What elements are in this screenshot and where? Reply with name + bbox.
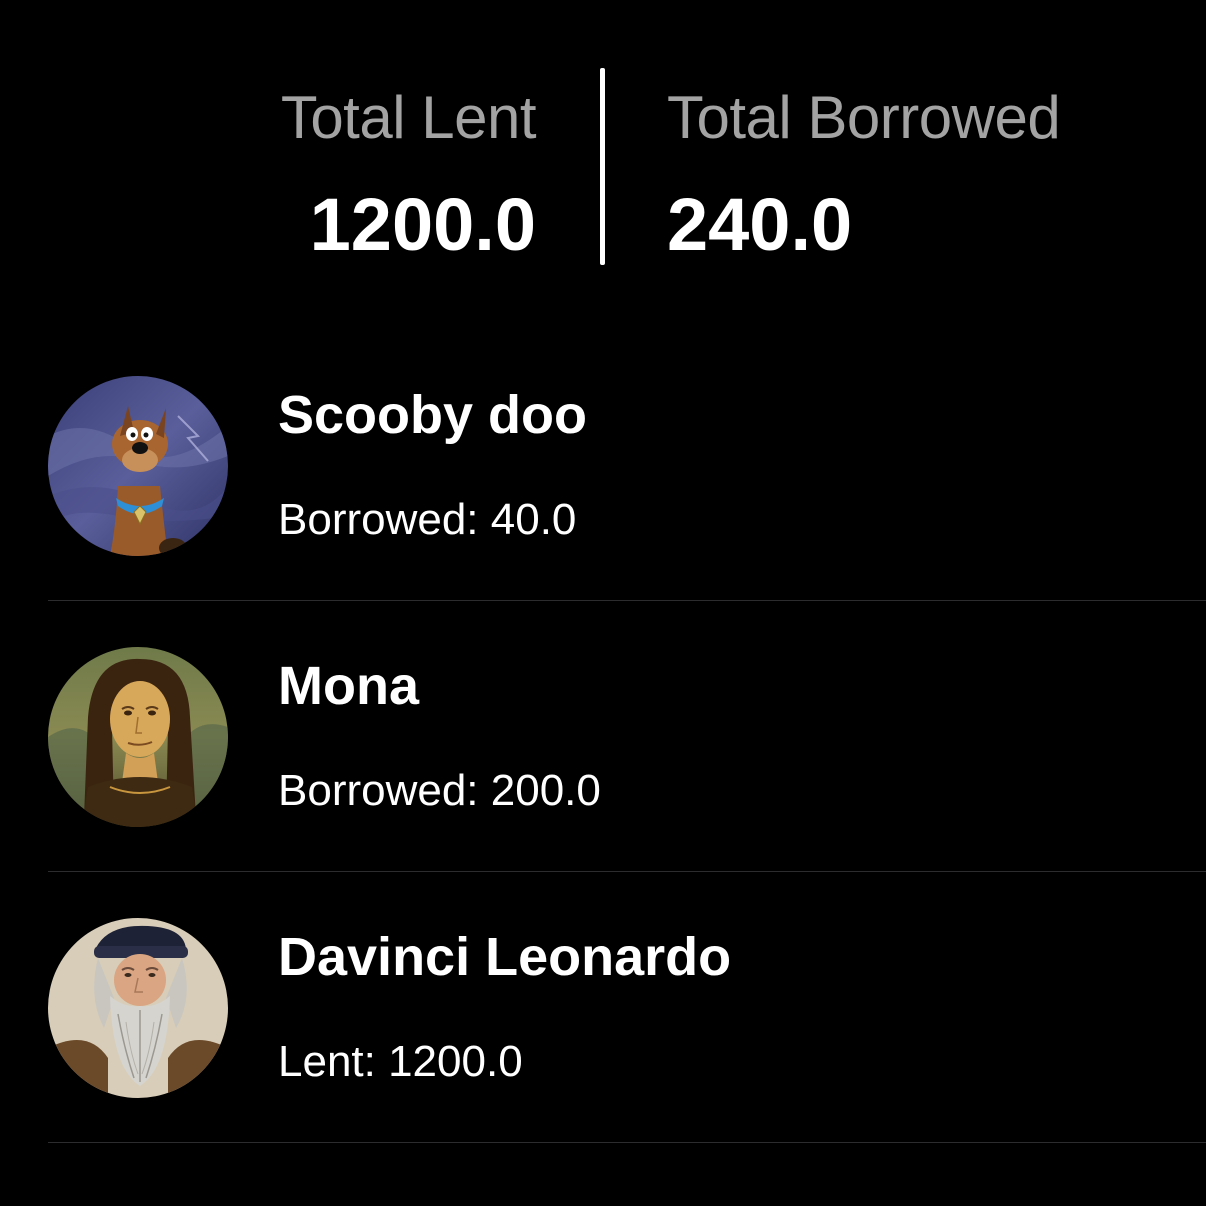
contacts-screen: Total Lent 1200.0 Total Borrowed 240.0 S… [0,0,1206,1206]
contact-balance: Borrowed: 200.0 [278,766,601,815]
contact-name: Davinci Leonardo [278,927,732,987]
total-lent-label: Total Lent [280,84,537,151]
leonardo-avatar-icon [48,918,228,1098]
total-borrowed-block: Total Borrowed 240.0 [667,68,1061,266]
total-lent-value: 1200.0 [309,183,536,266]
total-borrowed-label: Total Borrowed [667,84,1061,151]
contact-row-mona[interactable]: Mona Borrowed: 200.0 [0,601,1206,872]
row-divider [48,1142,1206,1143]
contact-name: Mona [278,656,419,716]
total-borrowed-value: 240.0 [667,183,853,266]
contact-list: Scooby doo Borrowed: 40.0 Mona Borrowed:… [0,330,1206,1143]
mona-lisa-avatar-icon [48,647,228,827]
contact-row-scooby-doo[interactable]: Scooby doo Borrowed: 40.0 [0,330,1206,601]
contact-balance: Lent: 1200.0 [278,1037,523,1086]
total-lent-block: Total Lent 1200.0 [280,68,537,266]
contact-name: Scooby doo [278,385,587,445]
contact-balance: Borrowed: 40.0 [278,495,577,544]
scooby-doo-avatar-icon [48,376,228,556]
summary-divider [600,68,605,265]
contact-row-davinci-leonardo[interactable]: Davinci Leonardo Lent: 1200.0 [0,872,1206,1143]
